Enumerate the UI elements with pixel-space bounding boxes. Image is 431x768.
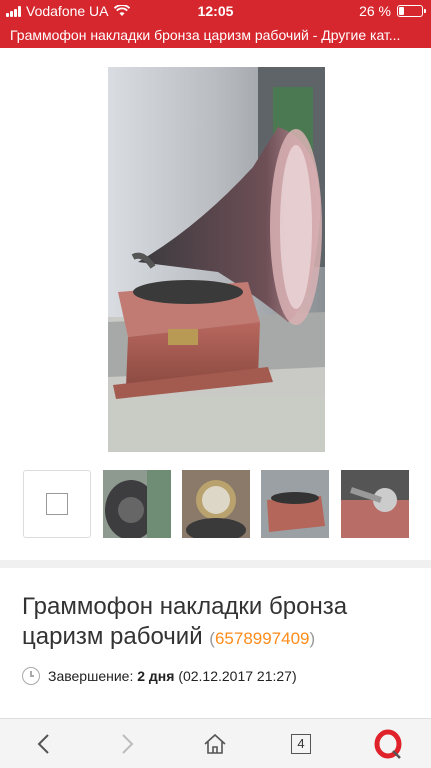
battery-icon — [397, 5, 426, 17]
thumbnail-horn[interactable] — [103, 470, 171, 538]
ending-value: 2 дня — [137, 668, 175, 684]
thumbnail-box[interactable] — [261, 470, 329, 538]
lot-id-link[interactable]: 6578997409 — [215, 629, 310, 648]
chevron-left-icon — [37, 734, 49, 754]
status-bar: Vodafone UA 12:05 26 % — [0, 0, 431, 22]
lot-id: (6578997409) — [209, 629, 315, 648]
clock-icon — [22, 667, 40, 685]
image-placeholder-icon — [46, 493, 68, 515]
home-button[interactable] — [190, 719, 240, 768]
lot-id-close: ) — [309, 629, 316, 648]
ending-label: Завершение: — [48, 668, 134, 684]
tab-count: 4 — [291, 734, 311, 754]
browser-navbar: 4 — [0, 718, 431, 768]
thumbnail-placeholder[interactable] — [23, 470, 91, 538]
chevron-right-icon — [122, 734, 134, 754]
ending-date: (02.12.2017 21:27) — [178, 668, 297, 684]
lot-info: Граммофон накладки бронза царизм рабочий… — [0, 568, 431, 718]
battery-percent: 26 % — [359, 3, 391, 19]
lot-title: Граммофон накладки бронза царизм рабочий… — [22, 592, 422, 654]
opera-logo-icon — [374, 729, 402, 759]
thumbnail-soundbox[interactable] — [182, 470, 250, 538]
thumbnail-tonearm[interactable] — [341, 470, 409, 538]
image-gallery — [0, 48, 431, 560]
auction-ending: Завершение: 2 дня (02.12.2017 21:27) — [22, 667, 297, 685]
back-button[interactable] — [18, 719, 68, 768]
home-icon — [204, 733, 226, 754]
forward-button[interactable] — [103, 719, 153, 768]
tabs-button[interactable]: 4 — [276, 719, 326, 768]
main-photo[interactable] — [108, 67, 325, 452]
opera-menu-button[interactable] — [364, 719, 414, 768]
page-title[interactable]: Граммофон накладки бронза царизм рабочий… — [0, 22, 431, 48]
